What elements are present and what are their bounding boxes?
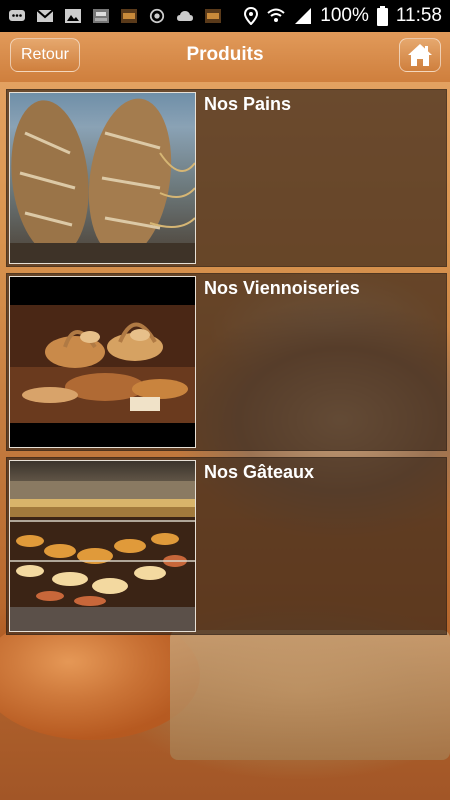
category-title: Nos Pains — [204, 94, 292, 114]
viennoiseries-thumbnail — [9, 276, 196, 448]
background-loaf — [170, 630, 450, 760]
title-bar: Retour Produits — [0, 32, 450, 82]
chat-icon — [9, 10, 25, 21]
cloud-icon — [177, 11, 193, 21]
category-title: Nos Viennoiseries — [204, 278, 360, 298]
category-item-viennoiseries[interactable]: Nos Viennoiseries — [6, 273, 447, 451]
category-list: Nos Pains Nos Viennoiseries Nos Gâteaux — [6, 89, 447, 641]
home-icon — [408, 44, 432, 66]
category-title: Nos Gâteaux — [204, 462, 315, 482]
app-icon-3 — [205, 9, 221, 23]
battery-icon — [376, 6, 388, 26]
wifi-icon — [267, 8, 285, 22]
gmail-icon — [36, 9, 54, 22]
gallery-icon — [65, 9, 81, 23]
pains-thumbnail — [9, 92, 196, 264]
app-icon-2 — [121, 9, 137, 23]
sync-icon — [149, 8, 165, 24]
status-system: 100% 11:58 — [244, 5, 450, 27]
clock: 11:58 — [395, 5, 442, 26]
status-bar: 100% 11:58 — [0, 0, 450, 32]
signal-icon — [295, 8, 312, 24]
location-icon — [244, 7, 259, 25]
status-notifications — [0, 8, 222, 24]
category-item-pains[interactable]: Nos Pains — [6, 89, 447, 267]
home-button[interactable] — [399, 38, 441, 72]
bread-loaves-image — [10, 98, 195, 263]
page-title: Produits — [186, 44, 264, 65]
category-item-gateaux[interactable]: Nos Gâteaux — [6, 457, 447, 635]
app-icon-1 — [93, 9, 109, 23]
gateaux-thumbnail — [9, 460, 196, 632]
battery-percent: 100% — [320, 5, 369, 26]
pastry-display-image — [10, 481, 195, 631]
pastry-basket-image — [10, 305, 195, 423]
